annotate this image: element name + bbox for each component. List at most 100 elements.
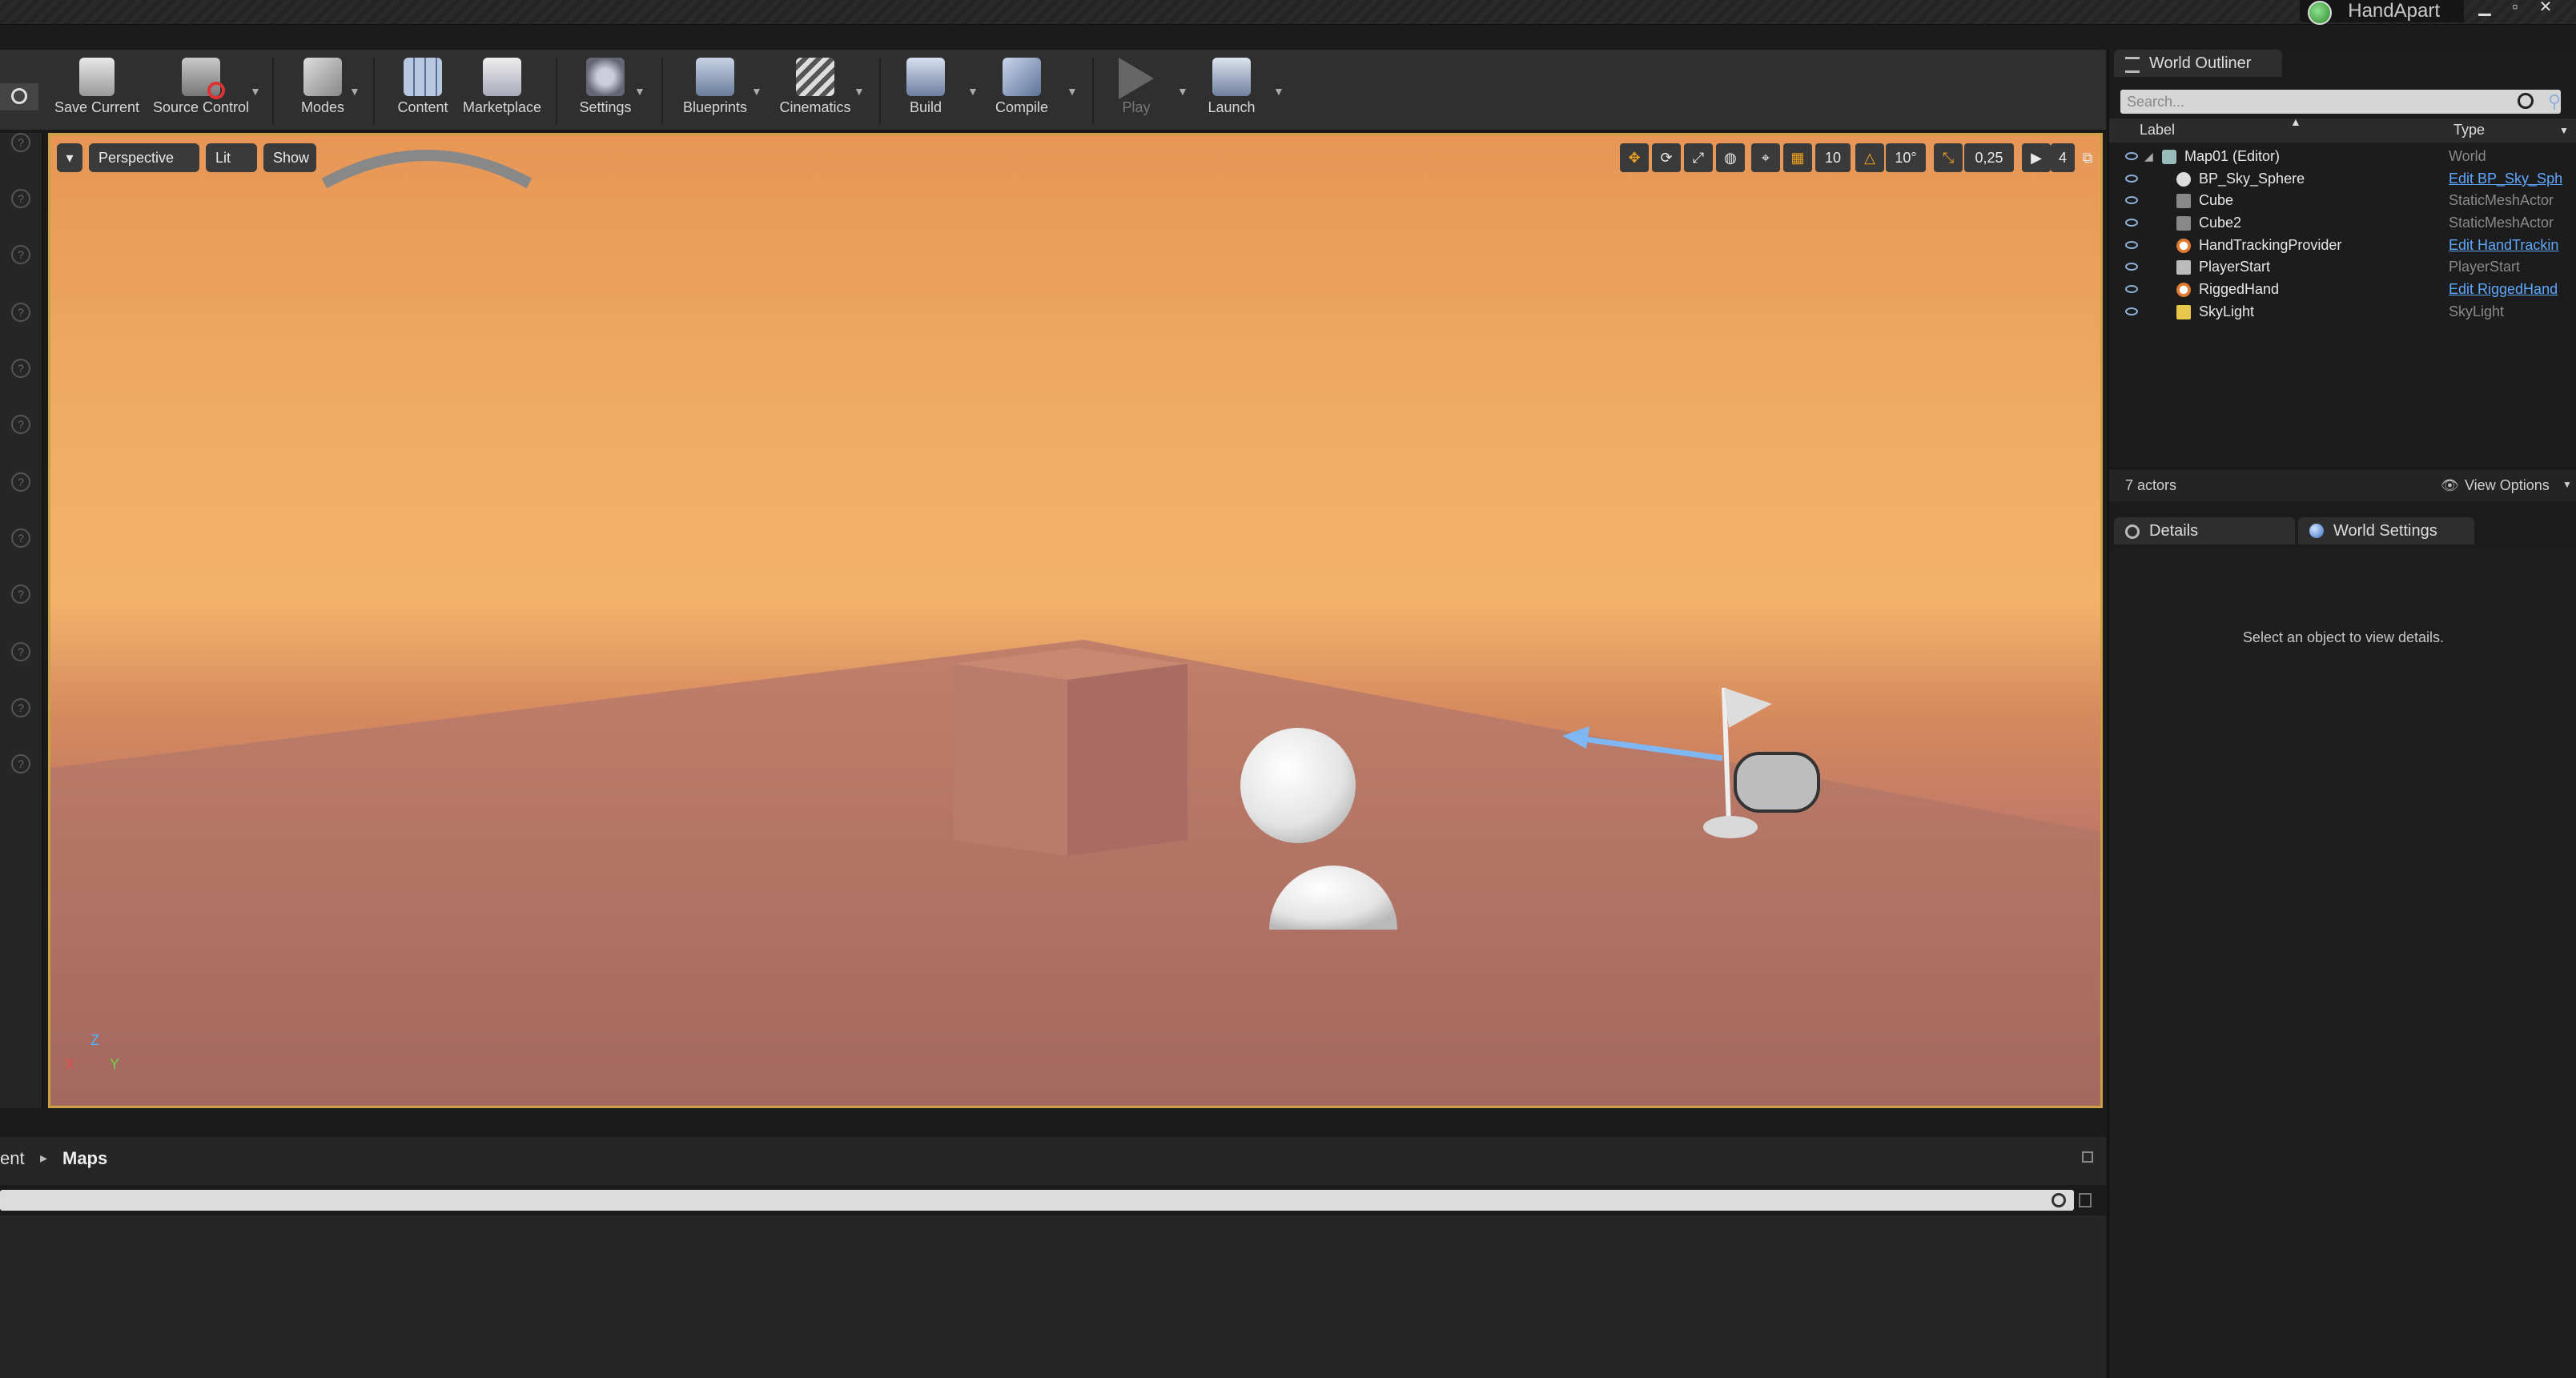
tab-details[interactable]: Details	[2114, 517, 2295, 544]
grid-snap-icon[interactable]: ▦	[1783, 143, 1812, 172]
settings-dropdown-icon[interactable]: ▼	[634, 85, 645, 98]
search-icon[interactable]	[2518, 93, 2534, 109]
blueprints-button[interactable]: Blueprints	[677, 58, 753, 127]
content-button[interactable]: Content	[389, 58, 456, 127]
help-icon[interactable]: ?	[11, 472, 30, 492]
help-icon[interactable]: ?	[11, 133, 30, 152]
close-icon[interactable]: ✕	[2531, 0, 2560, 16]
lock-icon[interactable]	[2082, 1151, 2093, 1163]
search-icon[interactable]	[0, 83, 38, 110]
content-search-input[interactable]	[0, 1190, 2074, 1211]
visibility-eye-icon[interactable]	[2125, 307, 2138, 315]
play-button[interactable]: Play	[1108, 58, 1164, 127]
visibility-eye-icon[interactable]	[2125, 196, 2138, 204]
play-dropdown-icon[interactable]: ▼	[1177, 85, 1188, 98]
edit-blueprint-link[interactable]: Edit BP_Sky_Sph	[2449, 168, 2574, 190]
help-icon[interactable]: ?	[11, 189, 30, 208]
cinematics-dropdown-icon[interactable]: ▼	[854, 85, 865, 98]
view-options-button[interactable]: View Options	[2465, 477, 2550, 494]
blueprints-dropdown-icon[interactable]: ▼	[751, 85, 762, 98]
compile-dropdown-icon[interactable]: ▼	[1067, 85, 1078, 98]
visibility-eye-icon[interactable]	[2125, 219, 2138, 227]
maximize-viewport-icon[interactable]: ⧉	[2080, 143, 2096, 172]
visibility-eye-icon[interactable]	[2125, 241, 2138, 249]
outliner-row[interactable]: ◢ Map01 (Editor) World	[2109, 146, 2576, 167]
scale-icon[interactable]: ⤢	[1684, 143, 1713, 172]
rotation-snap-icon[interactable]: △	[1855, 143, 1884, 172]
outliner-row[interactable]: BP_Sky_Sphere Edit BP_Sky_Sph	[2109, 168, 2576, 190]
save-current-button[interactable]: Save Current	[53, 58, 141, 127]
scale-snap-icon[interactable]: ⤡	[1934, 143, 1963, 172]
outliner-row-type: StaticMeshActor	[2449, 215, 2554, 231]
cinematics-button[interactable]: Cinematics	[770, 58, 860, 127]
launch-dropdown-icon[interactable]: ▼	[1273, 85, 1284, 98]
chevron-down-icon[interactable]: ▼	[2562, 479, 2572, 490]
label-column-header[interactable]: Label	[2140, 122, 2175, 139]
lit-button[interactable]: Lit	[206, 143, 257, 172]
build-button[interactable]: Build	[895, 58, 956, 127]
help-icon[interactable]: ?	[11, 303, 30, 322]
content-browser-asset-area[interactable]	[0, 1215, 2106, 1378]
world-settings-tab-label: World Settings	[2333, 522, 2437, 540]
scale-snap-value[interactable]: 0,25	[1964, 143, 2014, 172]
save-search-icon[interactable]	[2079, 1193, 2092, 1207]
settings-button[interactable]: Settings	[572, 58, 639, 127]
outliner-row[interactable]: HandTrackingProvider Edit HandTrackin	[2109, 235, 2576, 256]
outliner-search-input[interactable]: Search...	[2120, 90, 2561, 114]
visibility-eye-icon[interactable]	[2125, 175, 2138, 183]
cube-mesh[interactable]	[954, 648, 1188, 856]
compile-button[interactable]: Compile	[988, 58, 1055, 127]
modes-button[interactable]: Modes	[288, 58, 357, 127]
outliner-row[interactable]: Cube2 StaticMeshActor	[2109, 212, 2576, 234]
pin-icon[interactable]: ⚲	[2548, 91, 2561, 112]
help-icon[interactable]: ?	[11, 585, 30, 604]
help-icon[interactable]: ?	[11, 754, 30, 773]
visibility-eye-icon[interactable]	[2125, 285, 2138, 293]
project-tab[interactable]: HandApart	[2300, 0, 2464, 25]
maximize-icon[interactable]: ▫	[2501, 0, 2530, 16]
marketplace-button[interactable]: Marketplace	[461, 58, 543, 127]
launch-button[interactable]: Launch	[1201, 58, 1262, 127]
help-icon[interactable]: ?	[11, 415, 30, 434]
sphere-mesh[interactable]	[1240, 728, 1356, 843]
visibility-eye-icon[interactable]	[2125, 152, 2138, 160]
viewport-options-dropdown[interactable]: ▾	[57, 143, 82, 172]
camera-speed-value[interactable]: 4	[2051, 143, 2075, 172]
source-control-button[interactable]: Source Control	[149, 58, 253, 127]
search-icon[interactable]	[2052, 1193, 2066, 1207]
help-icon[interactable]: ?	[11, 698, 30, 717]
content-browser-path-bar: ent ▸ Maps	[0, 1137, 2106, 1187]
help-icon[interactable]: ?	[11, 642, 30, 661]
tab-world-outliner[interactable]: World Outliner	[2114, 50, 2282, 77]
perspective-button[interactable]: Perspective	[89, 143, 199, 172]
help-icon[interactable]: ?	[11, 359, 30, 378]
modes-dropdown-icon[interactable]: ▼	[349, 85, 360, 98]
minimize-icon[interactable]: ▁	[2470, 0, 2499, 16]
world-space-icon[interactable]: ◍	[1716, 143, 1745, 172]
edit-blueprint-link[interactable]: Edit RiggedHand	[2449, 279, 2574, 300]
outliner-row[interactable]: SkyLight SkyLight	[2109, 301, 2576, 323]
translate-icon[interactable]: ✥	[1620, 143, 1649, 172]
help-icon[interactable]: ?	[11, 245, 30, 264]
show-button[interactable]: Show	[263, 143, 316, 172]
type-column-header[interactable]: Type	[2453, 122, 2485, 139]
source-control-dropdown-icon[interactable]: ▼	[250, 85, 261, 98]
surface-snap-icon[interactable]: ⌖	[1751, 143, 1780, 172]
breadcrumb-maps[interactable]: Maps	[62, 1148, 107, 1169]
camera-speed-icon[interactable]: ▶	[2022, 143, 2051, 172]
grid-snap-value[interactable]: 10	[1815, 143, 1851, 172]
chevron-down-icon[interactable]: ▼	[2559, 125, 2569, 136]
tab-world-settings[interactable]: World Settings	[2298, 517, 2474, 544]
edit-blueprint-link[interactable]: Edit HandTrackin	[2449, 235, 2574, 256]
rotation-snap-value[interactable]: 10°	[1886, 143, 1926, 172]
visibility-eye-icon[interactable]	[2125, 263, 2138, 271]
outliner-row[interactable]: Cube StaticMeshActor	[2109, 190, 2576, 211]
help-icon[interactable]: ?	[11, 528, 30, 548]
rotate-icon[interactable]: ⟳	[1652, 143, 1681, 172]
outliner-row[interactable]: PlayerStart PlayerStart	[2109, 256, 2576, 278]
breadcrumb-content[interactable]: ent	[0, 1148, 25, 1169]
outliner-row[interactable]: RiggedHand Edit RiggedHand	[2109, 279, 2576, 300]
expand-arrow-icon[interactable]: ◢	[2144, 146, 2153, 167]
level-viewport[interactable]: ▾ Perspective Lit Show ✥ ⟳ ⤢ ◍ ⌖ ▦ 10 △ …	[48, 133, 2103, 1108]
build-dropdown-icon[interactable]: ▼	[967, 85, 979, 98]
